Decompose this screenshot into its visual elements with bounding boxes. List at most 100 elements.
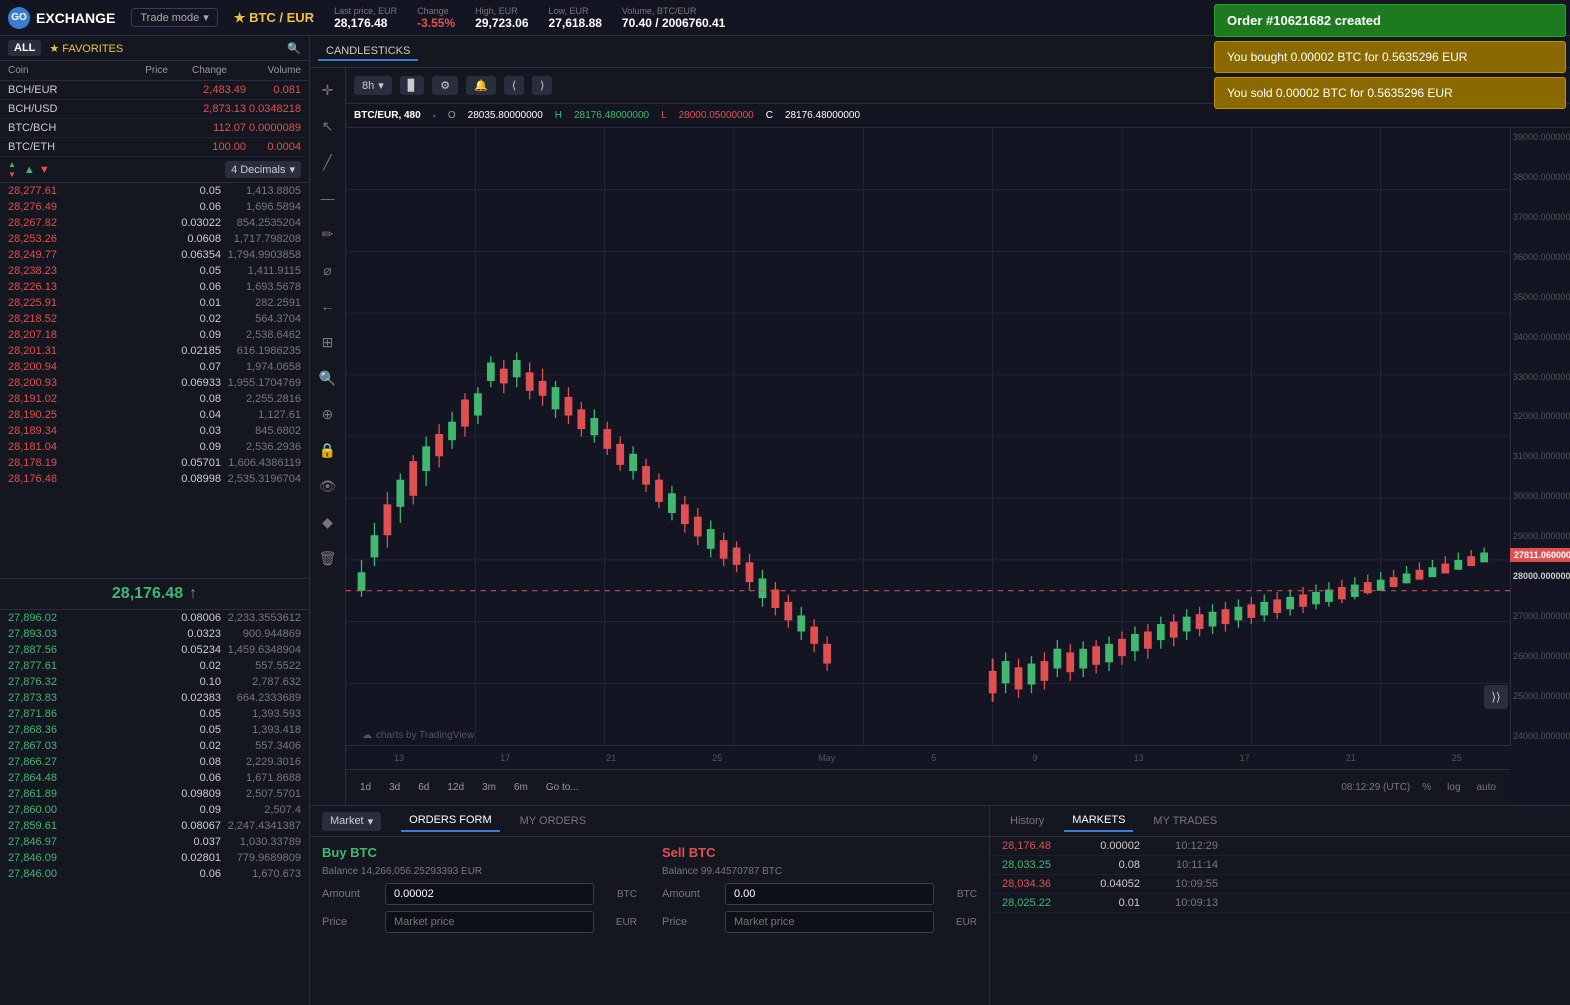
timeframe-1d[interactable]: 1d: [354, 780, 377, 795]
bid-row[interactable]: 27,896.020.080062,233.3553612: [0, 610, 309, 626]
alert-button[interactable]: 🔔: [466, 76, 496, 95]
scale-percent-button[interactable]: %: [1416, 780, 1437, 795]
filter-all-button[interactable]: ALL: [8, 40, 41, 56]
history-title: History: [1002, 811, 1052, 831]
ask-row[interactable]: 28,181.040.092,536.2936: [0, 439, 309, 455]
last-price-label: Last price, EUR: [334, 6, 397, 16]
goto-button[interactable]: Go to...: [540, 780, 585, 795]
coin-row-btceth[interactable]: BTC/ETH 100.00 0.0004: [0, 138, 309, 157]
chart-type-bar[interactable]: ▊: [400, 76, 424, 95]
history-row[interactable]: 28,176.48 0.00002 10:12:29: [990, 837, 1570, 856]
bid-row[interactable]: 27,866.270.082,229.3016: [0, 754, 309, 770]
horizontal-line-tool[interactable]: —: [314, 184, 342, 212]
timeframe-6m[interactable]: 6m: [508, 780, 534, 795]
coin-price: 112.07: [186, 122, 246, 134]
flag-tool[interactable]: ◆: [314, 508, 342, 536]
chart-right-nav-button[interactable]: ⟩⟩: [1484, 685, 1508, 709]
decimals-select[interactable]: 4 Decimals ▾: [225, 161, 301, 178]
up-arrow-icon[interactable]: ▲: [8, 160, 16, 169]
timeframe-3d[interactable]: 3d: [383, 780, 406, 795]
bid-row[interactable]: 27,859.610.080672,247.4341387: [0, 818, 309, 834]
bid-row[interactable]: 27,861.890.098092,507.5701: [0, 786, 309, 802]
markets-tab[interactable]: MARKETS: [1064, 810, 1133, 832]
bid-row[interactable]: 27,846.970.0371,030.33789: [0, 834, 309, 850]
timeframe-12d[interactable]: 12d: [441, 780, 470, 795]
search-icon[interactable]: 🔍: [287, 42, 301, 55]
buy-amount-input[interactable]: [385, 883, 594, 905]
crosshair-tool[interactable]: ✛: [314, 76, 342, 104]
eye-tool[interactable]: 👁: [314, 472, 342, 500]
ask-row[interactable]: 28,238.230.051,411.9115: [0, 263, 309, 279]
bid-row[interactable]: 27,877.610.02557.5522: [0, 658, 309, 674]
coin-row-bcheur[interactable]: BCH/EUR 2,483.49 0.081: [0, 81, 309, 100]
ask-row[interactable]: 28,189.340.03845.6802: [0, 423, 309, 439]
bid-row[interactable]: 27,893.030.0323900.944869: [0, 626, 309, 642]
ask-row[interactable]: 28,176.480.089982,535.3196704: [0, 471, 309, 487]
lock-tool[interactable]: 🔒: [314, 436, 342, 464]
replay-back-button[interactable]: ⟨: [504, 76, 524, 95]
bid-row[interactable]: 27,867.030.02557.3406: [0, 738, 309, 754]
ask-row[interactable]: 28,218.520.02564.3704: [0, 311, 309, 327]
bid-row[interactable]: 27,871.860.051,393.593: [0, 706, 309, 722]
timeframe-selector[interactable]: 8h ▾: [354, 76, 392, 95]
coin-change: 0.0000089: [246, 122, 301, 134]
trash-tool[interactable]: 🗑: [314, 544, 342, 572]
history-row[interactable]: 28,034.36 0.04052 10:09:55: [990, 875, 1570, 894]
ask-row[interactable]: 28,201.310.02185616.1986235: [0, 343, 309, 359]
history-row[interactable]: 28,033.25 0.08 10:11:14: [990, 856, 1570, 875]
coin-row-bchusd[interactable]: BCH/USD 2,873.13 0.0348218: [0, 100, 309, 119]
bid-row[interactable]: 27,864.480.061,671.8688: [0, 770, 309, 786]
bid-row[interactable]: 27,846.090.02801779.9689809: [0, 850, 309, 866]
ask-row[interactable]: 28,191.020.082,255.2816: [0, 391, 309, 407]
indicators-button[interactable]: ⚙: [432, 76, 458, 95]
draw-tool[interactable]: ✏: [314, 220, 342, 248]
ask-row[interactable]: 28,226.130.061,693.5678: [0, 279, 309, 295]
ask-row[interactable]: 28,276.490.061,696.5894: [0, 199, 309, 215]
trend-line-tool[interactable]: ╱: [314, 148, 342, 176]
scale-auto-button[interactable]: auto: [1471, 780, 1502, 795]
measure-tool[interactable]: ⊞: [314, 328, 342, 356]
ask-row[interactable]: 28,249.770.063541,794.9903858: [0, 247, 309, 263]
market-type-select[interactable]: Market ▾: [322, 812, 381, 831]
down-arrow-icon[interactable]: ▼: [8, 170, 16, 179]
trade-mode-button[interactable]: Trade mode ▾: [131, 8, 217, 27]
zoom-tool[interactable]: 🔍: [314, 364, 342, 392]
filter-favorites-button[interactable]: ★ FAVORITES: [49, 42, 123, 55]
ask-row[interactable]: 28,178.190.057011,606.4386119: [0, 455, 309, 471]
back-button[interactable]: ←: [314, 292, 342, 320]
sell-amount-input[interactable]: [725, 883, 934, 905]
history-row[interactable]: 28,025.22 0.01 10:09:13: [990, 894, 1570, 913]
ask-row[interactable]: 28,207.180.092,538.6462: [0, 327, 309, 343]
coin-row-btcbch[interactable]: BTC/BCH 112.07 0.0000089: [0, 119, 309, 138]
bid-row[interactable]: 27,876.320.102,787.632: [0, 674, 309, 690]
ask-row[interactable]: 28,267.820.03022854.2535204: [0, 215, 309, 231]
magnet-tool[interactable]: ⊕: [314, 400, 342, 428]
ask-row[interactable]: 28,200.930.069331,955.1704769: [0, 375, 309, 391]
my-trades-tab[interactable]: MY TRADES: [1145, 811, 1225, 831]
chart-svg-area[interactable]: [346, 128, 1510, 745]
ask-row[interactable]: 28,200.940.071,974.0658: [0, 359, 309, 375]
ask-row[interactable]: 28,190.250.041,127.61: [0, 407, 309, 423]
left-panel: ALL ★ FAVORITES 🔍 Coin Price Change Volu…: [0, 36, 310, 1005]
buy-price-input[interactable]: [385, 911, 594, 933]
my-orders-tab[interactable]: MY ORDERS: [512, 811, 594, 831]
orders-form-tab[interactable]: ORDERS FORM: [401, 810, 500, 832]
ask-row[interactable]: 28,225.910.01282.2591: [0, 295, 309, 311]
scale-log-button[interactable]: log: [1441, 780, 1466, 795]
timeframe-3m[interactable]: 3m: [476, 780, 502, 795]
ask-row[interactable]: 28,277.610.051,413.8805: [0, 183, 309, 199]
pair-name[interactable]: ★ BTC / EUR: [234, 10, 314, 26]
bid-row[interactable]: 27,868.360.051,393.418: [0, 722, 309, 738]
sell-price-input[interactable]: [725, 911, 934, 933]
fibonacci-tool[interactable]: ⌀: [314, 256, 342, 284]
timeframe-6d[interactable]: 6d: [412, 780, 435, 795]
cursor-tool[interactable]: ↖: [314, 112, 342, 140]
replay-forward-button[interactable]: ⟩: [532, 76, 552, 95]
bid-row[interactable]: 27,860.000.092,507.4: [0, 802, 309, 818]
price-level: 32000.00000000: [1513, 411, 1568, 421]
bid-row[interactable]: 27,846.000.061,670.673: [0, 866, 309, 882]
candlesticks-tab[interactable]: CANDLESTICKS: [318, 43, 418, 61]
ask-row[interactable]: 28,253.260.06081,717.798208: [0, 231, 309, 247]
bid-row[interactable]: 27,887.560.052341,459.6348904: [0, 642, 309, 658]
bid-row[interactable]: 27,873.830.02383664.2333689: [0, 690, 309, 706]
